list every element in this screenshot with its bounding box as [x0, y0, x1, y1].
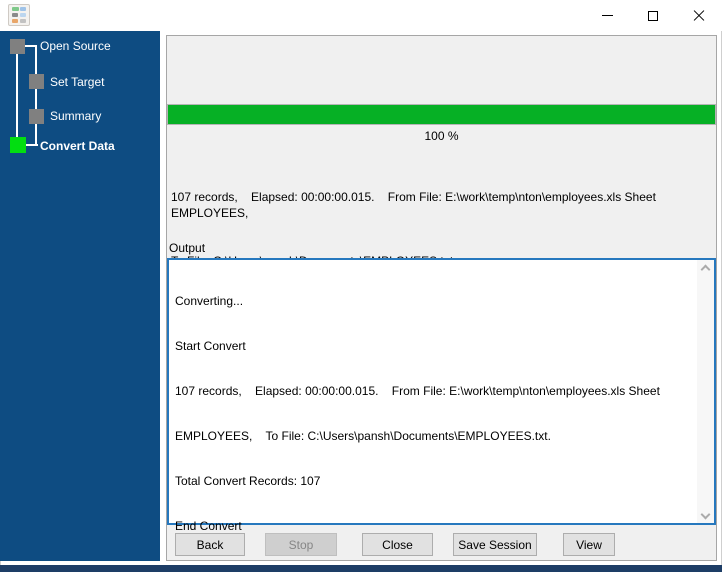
app-icon-row	[12, 13, 26, 17]
log-line: 107 records, Elapsed: 00:00:00.015. From…	[175, 384, 660, 398]
window-controls	[584, 0, 722, 31]
app-icon-row	[12, 7, 26, 11]
back-button[interactable]: Back	[175, 533, 245, 556]
stop-button[interactable]: Stop	[265, 533, 337, 556]
progress-bar	[167, 104, 716, 125]
output-scrollbar[interactable]	[697, 260, 714, 523]
step-marker-open-source[interactable]	[10, 39, 25, 54]
output-log-box[interactable]: Converting... Start Convert 107 records,…	[167, 258, 716, 572]
close-dialog-button[interactable]: Close	[362, 533, 433, 556]
log-line: Start Convert	[175, 339, 246, 353]
step-connector-vertical-sub	[35, 45, 37, 146]
sidebar-item-summary[interactable]: Summary	[50, 108, 101, 124]
log-line: Converting...	[175, 294, 244, 308]
output-log-text: Converting... Start Convert 107 records,…	[175, 264, 694, 572]
status-line: 107 records, Elapsed: 00:00:00.015. From…	[171, 190, 660, 220]
step-connector-convert-data	[26, 144, 38, 146]
log-line: Total Convert Records: 107	[175, 474, 321, 488]
step-connector-vertical-main	[16, 54, 18, 138]
step-marker-set-target[interactable]	[29, 74, 44, 89]
app-icon	[8, 4, 30, 26]
wizard-sidebar: Open Source Set Target Summary Convert D…	[0, 31, 160, 561]
log-line: End Convert	[175, 519, 242, 533]
sidebar-item-open-source[interactable]: Open Source	[40, 38, 111, 54]
view-button[interactable]: View	[563, 533, 615, 556]
step-marker-convert-data[interactable]	[10, 137, 26, 153]
step-marker-summary[interactable]	[29, 109, 44, 124]
step-connector-open-source	[25, 45, 37, 47]
sidebar-item-set-target[interactable]: Set Target	[50, 74, 104, 90]
title-bar	[0, 0, 722, 31]
main-panel: 100 % 107 records, Elapsed: 00:00:00.015…	[166, 35, 717, 572]
sidebar-item-convert-data[interactable]: Convert Data	[40, 138, 115, 154]
maximize-button[interactable]	[630, 0, 676, 31]
scroll-up-icon[interactable]	[701, 264, 709, 272]
progress-percent-label: 100 %	[424, 129, 459, 143]
save-session-button[interactable]: Save Session	[453, 533, 537, 556]
close-icon	[693, 10, 705, 22]
minimize-icon	[601, 15, 613, 16]
close-button[interactable]	[676, 0, 722, 31]
log-line: EMPLOYEES, To File: C:\Users\pansh\Docum…	[175, 429, 551, 443]
minimize-button[interactable]	[584, 0, 630, 31]
progress-fill	[168, 105, 715, 124]
scroll-down-icon[interactable]	[701, 511, 709, 519]
output-label: Output	[169, 241, 206, 255]
window-bottom-border	[0, 565, 722, 572]
app-window: Open Source Set Target Summary Convert D…	[0, 0, 722, 572]
app-icon-row	[12, 19, 26, 23]
maximize-icon	[648, 10, 658, 21]
